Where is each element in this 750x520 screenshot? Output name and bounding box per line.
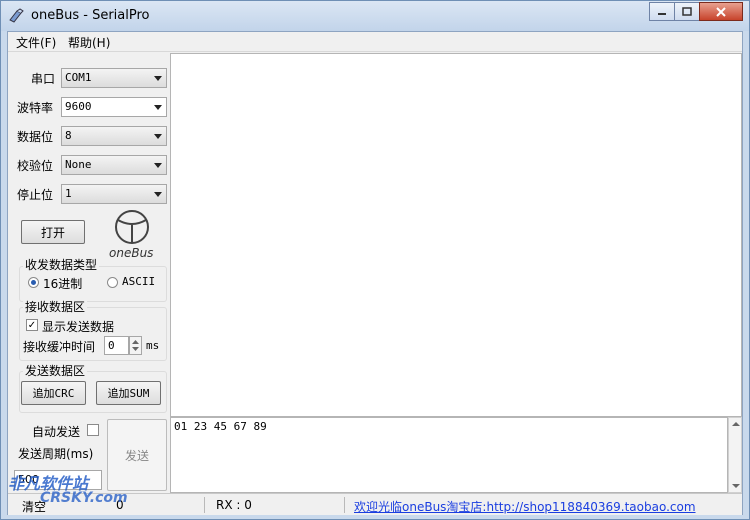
buffer-unit: ms: [146, 339, 160, 352]
hex-label: 16进制: [43, 277, 83, 291]
add-sum-button[interactable]: 追加SUM: [96, 381, 161, 405]
chevron-down-icon: [154, 105, 162, 110]
open-button[interactable]: 打开: [21, 220, 85, 244]
send-textarea[interactable]: 01 23 45 67 89: [170, 417, 728, 493]
maximize-icon: [682, 6, 692, 16]
chevron-down-icon: [154, 134, 162, 139]
ascii-label: ASCII: [122, 275, 156, 288]
close-button[interactable]: [699, 2, 743, 21]
port-label: 串口: [31, 72, 56, 86]
send-button[interactable]: 发送: [107, 419, 167, 491]
databits-value: 8: [65, 129, 72, 142]
app-icon: [9, 8, 24, 23]
databits-label: 数据位: [17, 130, 54, 144]
close-icon: [716, 6, 726, 17]
port-value: COM1: [65, 71, 92, 84]
stopbits-select[interactable]: 1: [61, 184, 167, 204]
parity-select[interactable]: None: [61, 155, 167, 175]
scroll-down-icon: [732, 484, 740, 488]
client-area: 文件(F) 帮助(H) 串口 COM1 波特率 9600 数据位 8 校验位 N…: [7, 31, 743, 515]
app-window: oneBus - SerialPro 文件(F) 帮助(H) 串口 COM1 波…: [0, 0, 750, 520]
stopbits-label: 停止位: [17, 188, 54, 202]
maximize-button[interactable]: [674, 2, 700, 21]
hex-radio[interactable]: [28, 277, 39, 288]
chevron-down-icon: [154, 163, 162, 168]
buffer-time-label: 接收缓冲时间: [23, 340, 96, 354]
status-divider: [204, 497, 205, 513]
parity-value: None: [65, 158, 92, 171]
auto-send-checkbox[interactable]: [87, 424, 99, 436]
status-divider: [344, 497, 345, 513]
send-scrollbar[interactable]: [728, 417, 742, 493]
minimize-icon: [658, 12, 666, 15]
receive-textarea[interactable]: [170, 53, 742, 417]
window-title: oneBus - SerialPro: [31, 8, 150, 23]
buffer-time-spinner[interactable]: [129, 336, 142, 355]
rx-count: RX : 0: [216, 498, 252, 512]
ascii-radio[interactable]: [107, 277, 118, 288]
title-bar: oneBus - SerialPro: [1, 1, 749, 31]
parity-label: 校验位: [17, 159, 54, 173]
window-controls: [649, 2, 743, 22]
settings-panel: 串口 COM1 波特率 9600 数据位 8 校验位 None 停止位 1 打开…: [9, 53, 169, 418]
port-select[interactable]: COM1: [61, 68, 167, 88]
auto-send-label: 自动发送: [32, 425, 81, 439]
menu-bar: 文件(F) 帮助(H): [8, 32, 742, 52]
databits-select[interactable]: 8: [61, 126, 167, 146]
buffer-time-input[interactable]: 0: [104, 336, 129, 355]
baud-label: 波特率: [17, 101, 54, 115]
show-send-checkbox[interactable]: ✓: [26, 319, 38, 331]
menu-file[interactable]: 文件(F): [16, 34, 56, 51]
buffer-time-value: 0: [108, 339, 115, 352]
minimize-button[interactable]: [649, 2, 675, 21]
spinner-arrows-icon: [132, 340, 139, 351]
data-type-title: 收发数据类型: [23, 256, 100, 273]
scroll-up-icon: [732, 422, 740, 426]
onebus-logo-icon: [115, 210, 149, 244]
chevron-down-icon: [154, 192, 162, 197]
logo-text: oneBus: [109, 246, 154, 260]
send-title: 发送数据区: [23, 362, 88, 379]
send-period-label: 发送周期(ms): [18, 447, 94, 461]
baud-value: 9600: [65, 100, 92, 113]
watermark-site: CRSKY.com: [40, 490, 128, 506]
menu-help[interactable]: 帮助(H): [68, 34, 110, 51]
receive-title: 接收数据区: [23, 298, 88, 315]
baud-select[interactable]: 9600: [61, 97, 167, 117]
chevron-down-icon: [154, 76, 162, 81]
show-send-label: 显示发送数据: [42, 320, 115, 334]
add-crc-button[interactable]: 追加CRC: [21, 381, 86, 405]
stopbits-value: 1: [65, 187, 72, 200]
shop-link[interactable]: 欢迎光临oneBus淘宝店:http://shop118840369.taoba…: [354, 498, 696, 515]
